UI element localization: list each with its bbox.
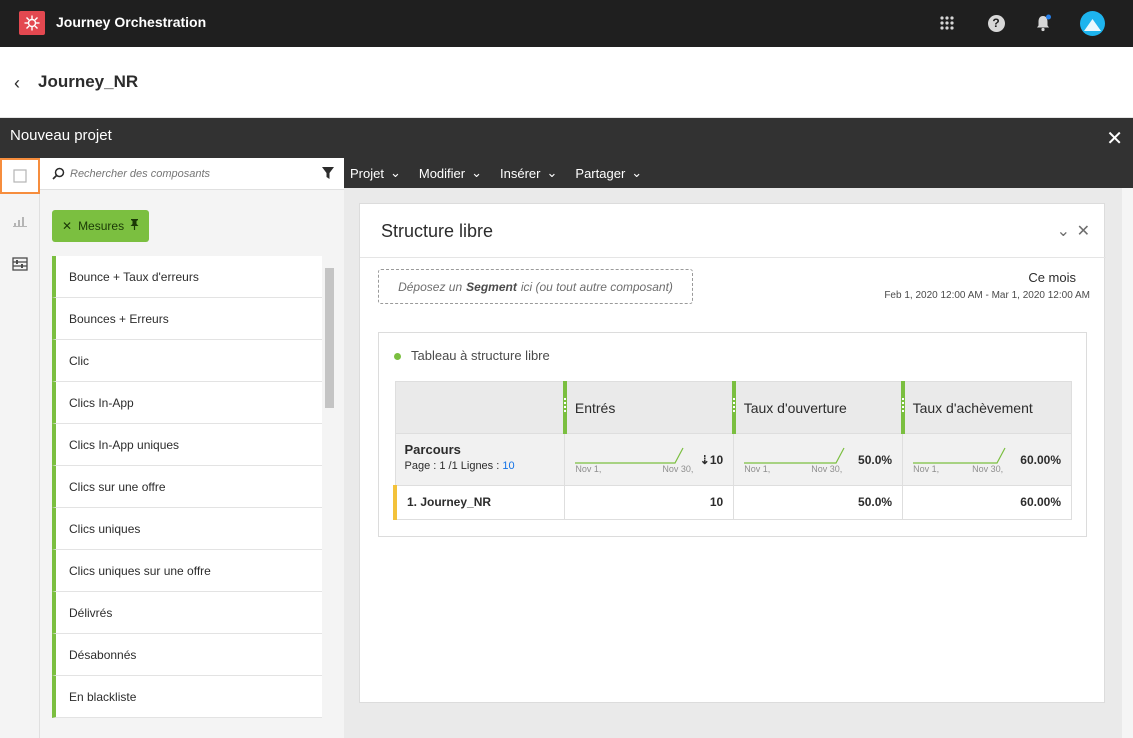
sort-arrow-icon[interactable]: ⇣ (700, 453, 710, 467)
chevron-down-icon: ⌄ (631, 165, 643, 180)
chevron-down-icon: ⌄ (389, 165, 401, 180)
list-item[interactable]: Bounces + Erreurs (52, 298, 322, 340)
column-header-taux-achevement[interactable]: Taux d'achèvement (900, 381, 1072, 434)
summary-cell: Nov 1, Nov 30, ⇣10 (564, 433, 735, 486)
list-item[interactable]: Désabonnés (52, 634, 322, 676)
workspace-scrollbar[interactable] (1122, 188, 1133, 738)
top-bar: Journey Orchestration ? (0, 0, 1133, 47)
menu-modifier[interactable]: Modifier ⌄ (419, 165, 482, 181)
table-header-row: Entrés Taux d'ouverture Taux d'achèvemen… (394, 381, 1072, 434)
list-item[interactable]: Bounce + Taux d'erreurs (52, 256, 322, 298)
drag-handle-icon[interactable] (901, 398, 904, 412)
avatar[interactable] (1080, 11, 1105, 36)
drag-handle-icon[interactable] (732, 398, 735, 412)
freeform-panel: Structure libre ⌄ ✕ Déposez un Segment i… (359, 203, 1106, 703)
chip-close-icon[interactable]: ✕ (62, 219, 72, 233)
row-value-cell: 50.0% (733, 485, 904, 520)
menu-bar: Projet ⌄ Modifier ⌄ Insérer ⌄ Partager ⌄ (344, 158, 1133, 188)
column-header-taux-ouverture[interactable]: Taux d'ouverture (731, 381, 904, 434)
metrics-list: Bounce + Taux d'erreurs Bounces + Erreur… (52, 256, 322, 718)
summary-cell: Nov 1, Nov 30, 50.0% (733, 433, 904, 486)
dimension-header: Parcours Page : 1 /1 Lignes : 10 (394, 433, 566, 486)
help-icon[interactable]: ? (985, 12, 1007, 34)
workspace: Structure libre ⌄ ✕ Déposez un Segment i… (344, 188, 1133, 738)
table-row[interactable]: 1. Journey_NR 10 50.0% 60.00% (393, 485, 1072, 520)
header-empty-cell (394, 381, 566, 434)
total-value: 50.0% (858, 453, 893, 467)
journey-title: Journey_NR (38, 72, 139, 91)
status-dot (394, 353, 401, 360)
pin-icon (130, 219, 139, 233)
apps-grid-icon[interactable] (936, 12, 958, 34)
app-logo-icon[interactable] (19, 11, 45, 35)
collapse-chevron-icon[interactable]: ⌄ (1057, 221, 1070, 241)
search-icon (52, 167, 65, 185)
drag-handle-icon[interactable] (563, 398, 566, 412)
components-panel: ✕ Mesures Bounce + Taux d'erreurs Bounce… (40, 158, 344, 738)
list-item[interactable]: Clics In-App (52, 382, 322, 424)
column-header-entres[interactable]: Entrés (562, 381, 735, 434)
pagination-info: Page : 1 /1 Lignes : 10 (404, 460, 515, 472)
panel-title: Structure libre (381, 221, 494, 241)
list-item[interactable]: Clic (52, 340, 322, 382)
chevron-down-icon: ⌄ (546, 165, 558, 180)
metrics-icon[interactable] (0, 202, 40, 238)
mesures-filter-chip[interactable]: ✕ Mesures (52, 210, 150, 242)
menu-projet[interactable]: Projet ⌄ (350, 165, 401, 181)
chip-label: Mesures (78, 219, 125, 233)
date-range-title[interactable]: Ce mois (1028, 270, 1076, 285)
date-range-value[interactable]: Feb 1, 2020 12:00 AM - Mar 1, 2020 12:00… (884, 290, 1090, 301)
sparkline (913, 447, 1006, 464)
panels-icon[interactable] (0, 158, 40, 194)
bell-icon[interactable] (1032, 12, 1054, 34)
chevron-down-icon: ⌄ (471, 165, 483, 180)
project-title: Nouveau projet (10, 127, 112, 144)
summary-row: Parcours Page : 1 /1 Lignes : 10 Nov 1, … (394, 433, 1072, 486)
search-row (40, 158, 344, 190)
menu-inserer[interactable]: Insérer ⌄ (500, 165, 557, 181)
row-value-cell: 10 (564, 485, 735, 520)
sparkline (575, 447, 684, 464)
summary-cell: Nov 1, Nov 30, 60.00% (902, 433, 1072, 486)
table-title: Tableau à structure libre (411, 348, 550, 363)
list-item[interactable]: Clics uniques (52, 508, 322, 550)
sparkline (744, 447, 845, 464)
list-item[interactable]: En blackliste (52, 676, 322, 718)
back-chevron-icon[interactable]: ‹ (14, 73, 20, 94)
search-input[interactable] (70, 165, 310, 183)
app-title: Journey Orchestration (56, 14, 207, 30)
left-rail (0, 158, 40, 738)
total-value: ⇣10 (699, 453, 724, 467)
list-item[interactable]: Clics In-App uniques (52, 424, 322, 466)
metrics-scrollbar[interactable] (322, 256, 336, 718)
freeform-table-panel: Tableau à structure libre Entrés Taux d'… (378, 332, 1087, 537)
list-item[interactable]: Délivrés (52, 592, 322, 634)
project-bar: Nouveau projet ✕ (0, 118, 1133, 158)
list-item[interactable]: Clics sur une offre (52, 466, 322, 508)
total-value: 60.00% (1020, 453, 1061, 467)
close-icon[interactable]: ✕ (1106, 126, 1123, 151)
filter-icon[interactable] (322, 167, 334, 185)
list-item[interactable]: Clics uniques sur une offre (52, 550, 322, 592)
divider (360, 257, 1106, 258)
scroll-thumb[interactable] (325, 268, 334, 408)
journey-header: ‹ Journey_NR (0, 47, 1133, 118)
dimension-name: Parcours (404, 442, 461, 457)
row-dimension-cell[interactable]: 1. Journey_NR (393, 485, 566, 520)
row-value-cell: 60.00% (902, 485, 1072, 520)
visualizations-icon[interactable] (0, 246, 40, 282)
segment-dropzone[interactable]: Déposez un Segment ici (ou tout autre co… (378, 269, 693, 304)
menu-partager[interactable]: Partager ⌄ (575, 165, 642, 181)
freeform-table: Entrés Taux d'ouverture Taux d'achèvemen… (393, 381, 1072, 520)
close-icon[interactable]: ✕ (1077, 221, 1090, 241)
